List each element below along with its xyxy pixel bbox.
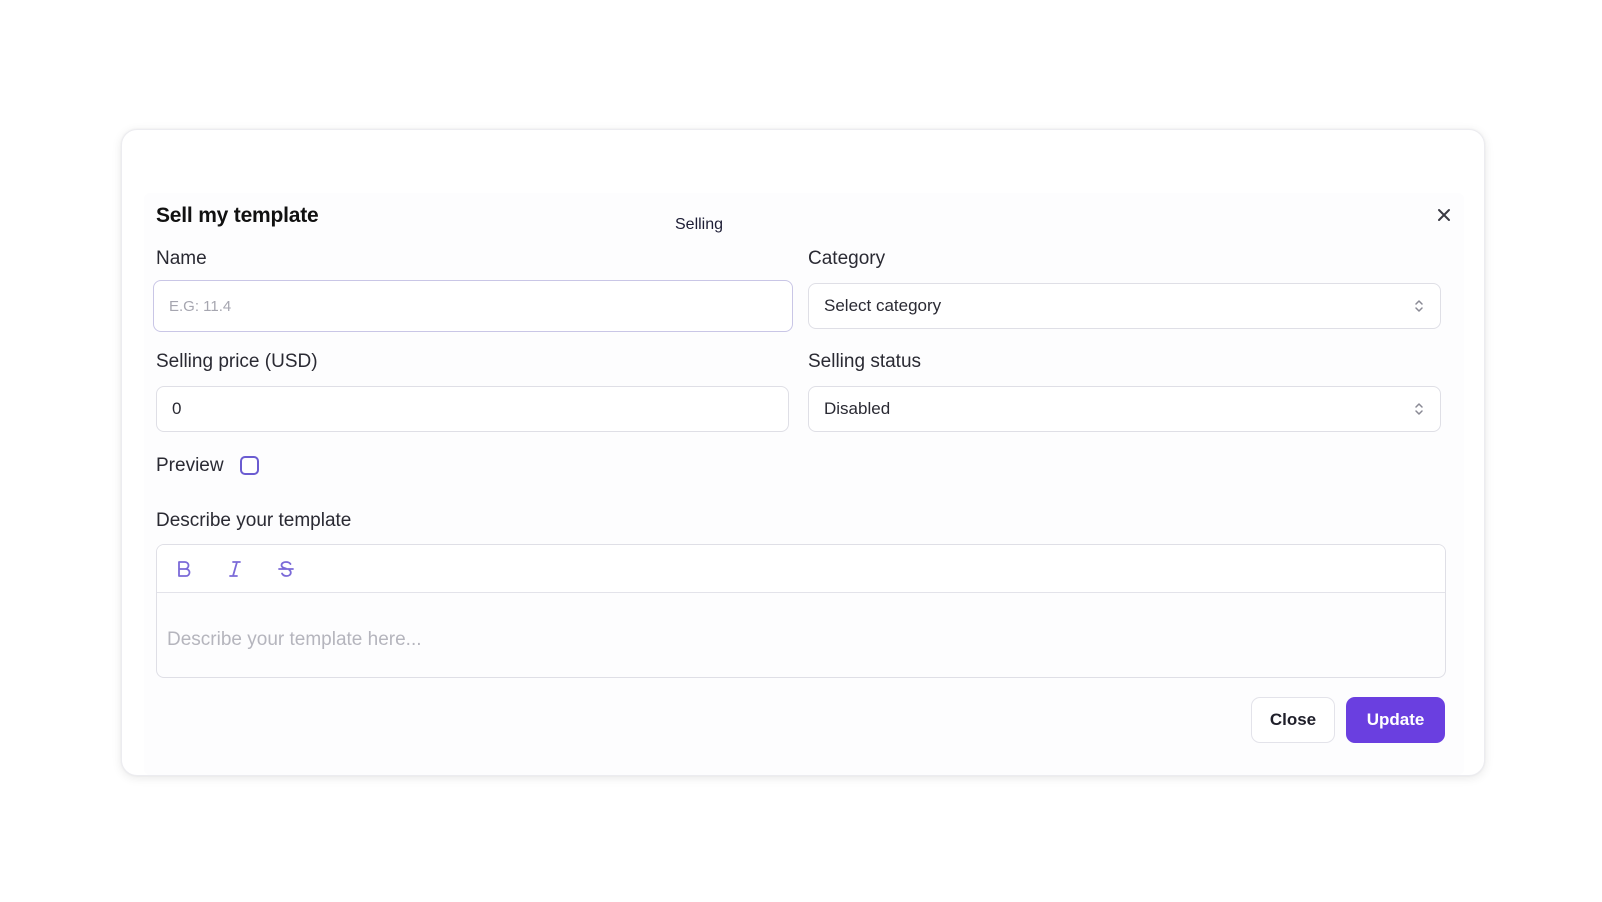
- category-select[interactable]: Select category: [808, 283, 1441, 329]
- strikethrough-icon[interactable]: [274, 557, 298, 581]
- name-label: Name: [156, 248, 207, 269]
- preview-label: Preview: [156, 455, 224, 476]
- description-label: Describe your template: [156, 510, 352, 531]
- price-field[interactable]: 0: [156, 386, 789, 432]
- modal-title: Sell my template: [156, 204, 319, 227]
- name-placeholder: E.G: 11.4: [169, 297, 232, 315]
- status-select-value: Disabled: [824, 399, 891, 418]
- name-field[interactable]: E.G: 11.4: [153, 280, 793, 332]
- bold-icon[interactable]: [172, 557, 196, 581]
- description-placeholder: Describe your template here...: [167, 629, 422, 650]
- tab-selling[interactable]: Selling: [675, 216, 723, 234]
- status-label: Selling status: [808, 351, 922, 372]
- close-button[interactable]: Close: [1251, 697, 1335, 743]
- italic-icon[interactable]: [223, 557, 247, 581]
- category-label: Category: [808, 248, 886, 269]
- status-select[interactable]: Disabled: [808, 386, 1441, 432]
- description-editor[interactable]: Describe your template here...: [156, 544, 1446, 678]
- editor-toolbar: [157, 545, 1445, 593]
- chevron-updown-icon: [1413, 298, 1425, 314]
- price-label: Selling price (USD): [156, 351, 318, 372]
- chevron-updown-icon: [1413, 401, 1425, 417]
- close-icon[interactable]: [1433, 204, 1455, 226]
- preview-checkbox[interactable]: [240, 456, 259, 475]
- price-value: 0: [172, 399, 182, 418]
- update-button[interactable]: Update: [1346, 697, 1445, 743]
- category-select-value: Select category: [824, 296, 942, 315]
